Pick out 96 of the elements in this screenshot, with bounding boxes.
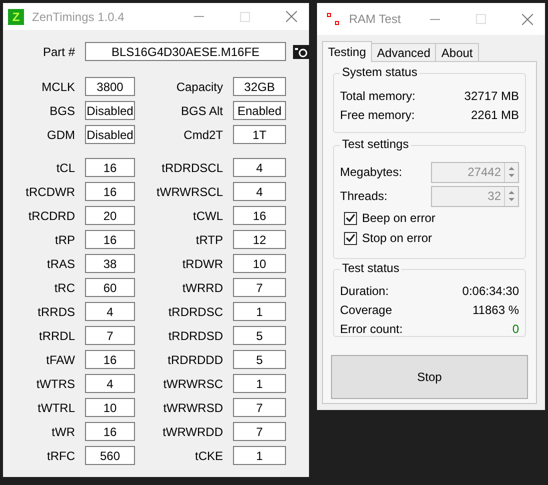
field-label: tRDRDSC (167, 304, 223, 320)
value-field: 7 (233, 398, 286, 417)
group-title: System status (340, 66, 420, 78)
value-field: 560 (85, 446, 135, 465)
value-field: 16 (85, 158, 135, 177)
checkbox-label: Stop on error (362, 230, 432, 247)
group-title: Test status (340, 262, 402, 274)
value-field: 16 (233, 206, 286, 225)
field-label: tWTRL (36, 400, 75, 416)
field-label: tRCDRD (27, 208, 75, 224)
value-field: 1 (233, 374, 286, 393)
window-title: RAM Test (349, 11, 401, 28)
value-field: 10 (85, 398, 135, 417)
field-label: tFAW (45, 352, 75, 368)
field-label: tCKE (194, 448, 223, 464)
row-label: Coverage (340, 302, 392, 319)
window-title: ZenTimings 1.0.4 (32, 8, 124, 26)
field-label: tRCDWR (24, 184, 75, 200)
value-field: 3800 (85, 77, 135, 96)
field-label: tWRRD (181, 280, 223, 296)
row-value: 0 (512, 321, 519, 338)
value-field: Disabled (85, 125, 135, 144)
value-field: 4 (233, 158, 286, 177)
checkbox-label: Beep on error (362, 210, 436, 227)
field-label: tWRWRDD (162, 424, 223, 440)
row-label: Error count: (340, 321, 403, 338)
field-label: tRC (53, 280, 75, 296)
checkbox[interactable] (344, 232, 357, 244)
field-label: tCL (55, 160, 75, 176)
value-field: 1 (233, 446, 286, 465)
value-field: 16 (85, 230, 135, 249)
value-field: 7 (233, 422, 286, 441)
field-label: Capacity (175, 78, 223, 96)
field-label: tWR (50, 424, 75, 440)
checkbox[interactable] (344, 212, 357, 224)
close-icon[interactable] (286, 11, 297, 22)
value-field: 38 (85, 254, 135, 273)
part-label: Part # (42, 44, 75, 60)
field-label: Threads: (340, 188, 388, 205)
app-icon (327, 13, 339, 25)
value-field: 5 (233, 326, 286, 345)
field-label: tRDRDSCL (160, 160, 223, 176)
row-value: 32717 MB (464, 88, 519, 105)
value-field: 20 (85, 206, 135, 225)
value-field: 4 (85, 374, 135, 393)
row-label: Total memory: (340, 88, 416, 105)
value-field: 10 (233, 254, 286, 273)
group-title: Test settings (340, 138, 411, 150)
field-label: tCWL (192, 208, 223, 224)
app-logo: Z (8, 8, 24, 24)
close-icon[interactable] (522, 14, 533, 24)
value-field: Enabled (233, 101, 286, 120)
field-label: tWRWRSD (162, 400, 223, 416)
field-label: tRDRDDD (166, 352, 223, 368)
value-field: 60 (85, 278, 135, 297)
field-label: Megabytes: (340, 164, 402, 181)
tab[interactable]: About (435, 43, 479, 62)
value-field: 7 (85, 326, 135, 345)
stop-button[interactable]: Stop (331, 355, 528, 399)
value-field: 12 (233, 230, 286, 249)
minimize-icon[interactable] (430, 18, 440, 20)
field-label: tRDWR (181, 256, 223, 272)
field-label: tRRDS (36, 304, 75, 320)
value-field: 4 (233, 182, 286, 201)
row-value: 0:06:34:30 (462, 283, 519, 300)
row-label: Duration: (340, 283, 389, 300)
value-field: 5 (233, 350, 286, 369)
value-field: 16 (85, 350, 135, 369)
value-field: Disabled (85, 101, 135, 120)
field-label: tRFC (46, 448, 75, 464)
field-label: GDM (46, 126, 75, 144)
value-field: 4 (85, 302, 135, 321)
value-field: 7 (233, 278, 286, 297)
value-field: 16 (85, 182, 135, 201)
row-value: 11863 % (472, 302, 519, 319)
field-label: tRRDL (38, 328, 75, 344)
field-label: tRTP (194, 232, 223, 248)
field-label: Cmd2T (182, 126, 223, 144)
row-label: Free memory: (340, 107, 415, 124)
field-label: BGS Alt (180, 102, 223, 120)
value-field: 16 (85, 422, 135, 441)
field-label: tWRWRSC (162, 376, 223, 392)
field-label: tRAS (46, 256, 75, 272)
field-label: MCLK (40, 78, 75, 96)
field-label: tWRWRSCL (156, 184, 223, 200)
field-label: BGS (48, 102, 75, 120)
field-label: tRP (54, 232, 75, 248)
field-label: tRDRDSD (167, 328, 223, 344)
camera-icon[interactable] (293, 44, 309, 58)
value-field: 1 (233, 302, 286, 321)
row-value: 2261 MB (470, 107, 519, 124)
tab[interactable]: Testing (322, 41, 372, 62)
value-field: 1T (233, 125, 286, 144)
part-number-field: BLS16G4D30AESE.M16FE (85, 42, 286, 61)
field-label: tWTRS (35, 376, 75, 392)
value-field: 32GB (233, 77, 286, 96)
